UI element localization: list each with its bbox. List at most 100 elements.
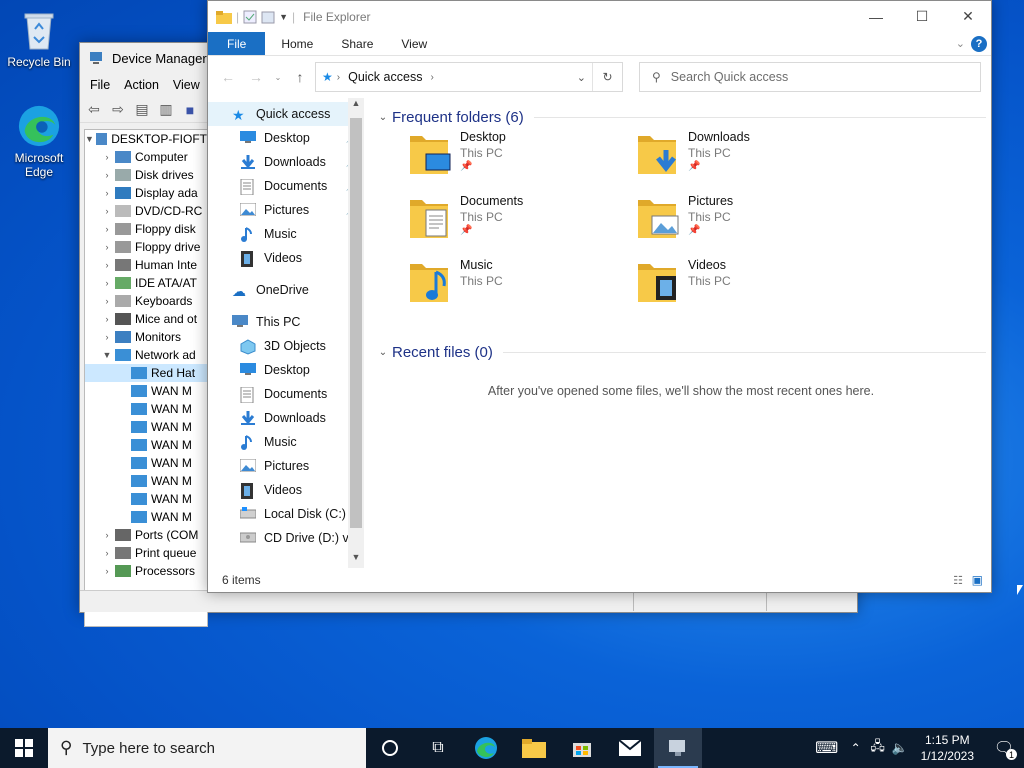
scroll-thumb[interactable] — [350, 118, 362, 528]
device-node[interactable]: › IDE ATA/AT — [85, 274, 207, 292]
close-button[interactable]: ✕ — [945, 1, 991, 32]
folder-tile-desktop[interactable]: Desktop This PC 📌 — [408, 130, 628, 188]
device-node[interactable]: › Computer — [85, 148, 207, 166]
device-node[interactable]: › Floppy disk — [85, 220, 207, 238]
device-node[interactable]: › Disk drives — [85, 166, 207, 184]
folder-tile-pictures[interactable]: Pictures This PC 📌 — [636, 194, 856, 252]
taskbar-search[interactable]: ⚲ Type here to search — [48, 728, 366, 768]
details-view-icon[interactable]: ☷ — [953, 574, 963, 587]
collapse-icon[interactable]: ▼ — [101, 350, 113, 360]
address-dropdown-icon[interactable]: ⌄ — [577, 71, 586, 84]
taskbar-file-explorer[interactable] — [510, 728, 558, 768]
new-folder-icon[interactable] — [261, 10, 275, 24]
expand-icon[interactable]: › — [101, 260, 113, 270]
nav-item-desktop[interactable]: Desktop📌 — [208, 126, 364, 150]
cortana-button[interactable] — [366, 728, 414, 768]
expand-icon[interactable]: › — [101, 314, 113, 324]
notification-center-icon[interactable]: 🗨 1 — [984, 728, 1024, 768]
keyboard-icon[interactable]: ⌨ — [809, 738, 845, 758]
expand-ribbon-chevron-icon[interactable]: ⌄ — [956, 37, 965, 50]
network-adapter-node[interactable]: WAN M — [85, 400, 207, 418]
search-input[interactable]: Search Quick access — [671, 70, 788, 84]
taskbar-search-input[interactable]: Type here to search — [82, 740, 215, 757]
network-adapter-node[interactable]: WAN M — [85, 436, 207, 454]
expand-icon[interactable]: › — [101, 530, 113, 540]
nav-item-downloads[interactable]: Downloads📌 — [208, 150, 364, 174]
tab-share[interactable]: Share — [327, 32, 387, 55]
pin-icon[interactable]: 📌 — [688, 225, 733, 236]
nav-item-music[interactable]: Music — [208, 222, 364, 246]
expand-icon[interactable]: › — [101, 296, 113, 306]
device-node[interactable]: › Keyboards — [85, 292, 207, 310]
folder-tile-music[interactable]: Music This PC — [408, 258, 628, 316]
expand-icon[interactable]: › — [101, 548, 113, 558]
taskbar-device-manager[interactable] — [654, 728, 702, 768]
device-node[interactable]: › Monitors — [85, 328, 207, 346]
search-box[interactable]: ⚲ Search Quick access — [639, 62, 981, 92]
frequent-folders-header[interactable]: ⌄ Frequent folders (6) — [374, 104, 986, 130]
recent-locations-chevron-icon[interactable]: ⌄ — [270, 73, 286, 82]
expand-icon[interactable]: › — [101, 278, 113, 288]
refresh-icon[interactable]: ↻ — [592, 63, 622, 91]
network-adapter-node[interactable]: WAN M — [85, 508, 207, 526]
collapse-chevron-icon[interactable]: ⌄ — [374, 112, 392, 123]
menu-action[interactable]: Action — [124, 78, 159, 92]
expand-icon[interactable]: › — [101, 332, 113, 342]
content-pane[interactable]: ⌄ Frequent folders (6) Desktop This PC 📌 Do… — [370, 98, 992, 568]
network-adapter-node[interactable]: WAN M — [85, 490, 207, 508]
properties-check-icon[interactable] — [243, 10, 257, 24]
scan-icon[interactable]: ■ — [180, 101, 200, 119]
volume-muted-icon[interactable]: 🔈 — [889, 740, 911, 756]
recycle-bin-desktop-icon[interactable]: Recycle Bin — [3, 8, 75, 69]
properties-icon[interactable]: ▤ — [132, 101, 152, 119]
navigation-pane[interactable]: ★Quick accessDesktop📌Downloads📌Documents… — [208, 98, 364, 568]
device-node[interactable]: › Processors — [85, 562, 207, 580]
expand-icon[interactable]: › — [101, 188, 113, 198]
recent-files-header[interactable]: ⌄ Recent files (0) — [374, 339, 986, 365]
folder-tile-documents[interactable]: Documents This PC 📌 — [408, 194, 628, 252]
device-tree[interactable]: ▼ DESKTOP-FIOFT › Computer › Disk drives › Di… — [84, 129, 208, 627]
nav-pc-item-pictures[interactable]: Pictures — [208, 454, 364, 478]
nav-pc-item-desktop[interactable]: Desktop — [208, 358, 364, 382]
back-arrow-icon[interactable]: ⇦ — [84, 101, 104, 119]
nav-pc-item-3d-objects[interactable]: 3D Objects — [208, 334, 364, 358]
nav-item-videos[interactable]: Videos — [208, 246, 364, 270]
taskbar-edge[interactable] — [462, 728, 510, 768]
expand-icon[interactable]: › — [101, 566, 113, 576]
nav-item-documents[interactable]: Documents📌 — [208, 174, 364, 198]
expand-icon[interactable]: › — [101, 152, 113, 162]
network-adapter-node[interactable]: WAN M — [85, 418, 207, 436]
nav-pc-item-downloads[interactable]: Downloads — [208, 406, 364, 430]
minimize-button[interactable]: — — [853, 1, 899, 32]
pin-icon[interactable]: 📌 — [460, 225, 523, 236]
device-node[interactable]: › Floppy drive — [85, 238, 207, 256]
maximize-button[interactable]: ☐ — [899, 1, 945, 32]
scroll-up-icon[interactable]: ▲ — [348, 98, 364, 114]
file-explorer-window[interactable]: | ▼ | File Explorer — ☐ ✕ File Home Shar… — [207, 0, 992, 593]
nav-this-pc[interactable]: This PC — [208, 310, 364, 334]
device-node[interactable]: › Print queue — [85, 544, 207, 562]
pin-icon[interactable]: 📌 — [460, 161, 506, 172]
pin-icon[interactable]: 📌 — [688, 161, 750, 172]
tab-file[interactable]: File — [208, 32, 266, 55]
device-node[interactable]: ▼ Network ad — [85, 346, 207, 364]
forward-arrow-icon[interactable]: ⇨ — [108, 101, 128, 119]
up-arrow-icon[interactable]: ↑ — [286, 69, 314, 85]
help-icon[interactable]: ? — [971, 36, 987, 52]
edge-desktop-icon[interactable]: Microsoft Edge — [3, 104, 75, 179]
taskbar-mail[interactable] — [606, 728, 654, 768]
customize-qat-chevron-icon[interactable]: ▼ — [279, 12, 288, 22]
collapse-icon[interactable]: ▼ — [85, 134, 94, 144]
address-bar[interactable]: ★ › Quick access › ⌄ ↻ — [315, 62, 623, 92]
device-node[interactable]: › Display ada — [85, 184, 207, 202]
network-adapter-node[interactable]: WAN M — [85, 472, 207, 490]
menu-file[interactable]: File — [90, 78, 110, 92]
device-node[interactable]: › Ports (COM — [85, 526, 207, 544]
nav-pc-item-documents[interactable]: Documents — [208, 382, 364, 406]
device-node[interactable]: › Mice and ot — [85, 310, 207, 328]
expand-icon[interactable]: › — [101, 206, 113, 216]
nav-pc-item-cd-drive-d-virt[interactable]: CD Drive (D:) virt — [208, 526, 364, 550]
network-icon[interactable]: 🖧 — [867, 737, 889, 759]
nav-onedrive[interactable]: ☁ OneDrive — [208, 278, 364, 302]
help-icon[interactable]: ▥ — [156, 101, 176, 119]
